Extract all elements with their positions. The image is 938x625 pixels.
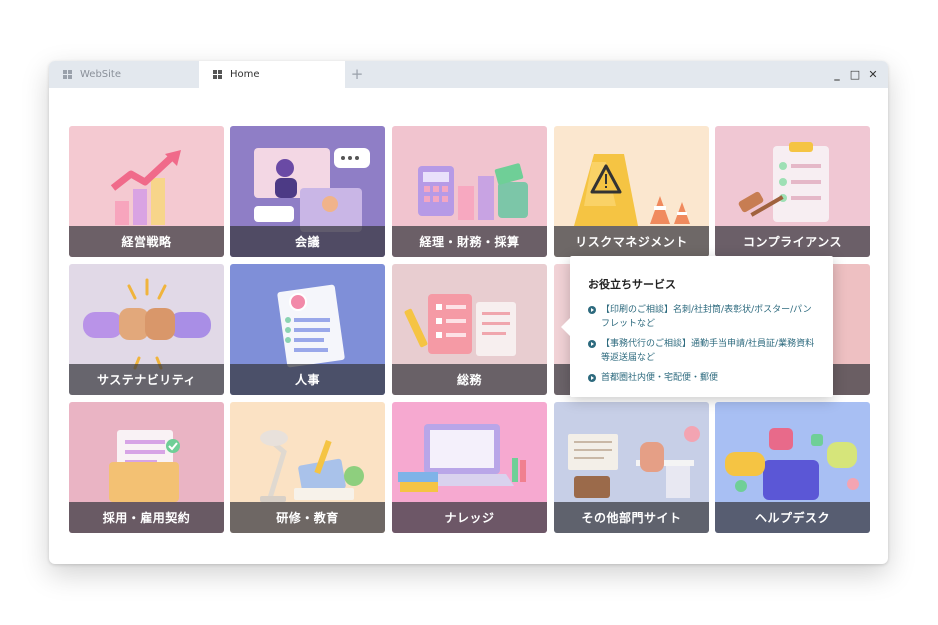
tile-recruitment[interactable]: 採用・雇用契約: [69, 402, 224, 533]
tile-other-departments[interactable]: その他部門サイト: [554, 402, 709, 533]
tile-compliance[interactable]: コンプライアンス: [715, 126, 870, 257]
tab-label: WebSite: [80, 69, 122, 80]
tile-meeting[interactable]: 会議: [230, 126, 385, 257]
tile-label: 会議: [230, 226, 385, 257]
tile-label: 経理・財務・採算: [392, 226, 547, 257]
title-bar: WebSite Home + _ □ ✕: [49, 61, 888, 88]
maximize-icon[interactable]: □: [846, 68, 864, 81]
tile-label: 人事: [230, 364, 385, 395]
popup-item-text: 【事務代行のご相談】通勤手当申請/社員証/業務資料等返送届など: [601, 339, 815, 363]
tile-risk-management[interactable]: リスクマネジメント: [554, 126, 709, 257]
popup-item-text: 首都圏社内便・宅配便・郵便: [601, 373, 719, 383]
tile-sustainability[interactable]: サステナビリティ: [69, 264, 224, 395]
popup-item-mail[interactable]: 首都圏社内便・宅配便・郵便: [588, 371, 815, 385]
close-icon[interactable]: ✕: [864, 68, 882, 81]
tile-label: 経営戦略: [69, 226, 224, 257]
tile-label: リスクマネジメント: [554, 226, 709, 257]
tile-label: ナレッジ: [392, 502, 547, 533]
popup-item-text: 【印刷のご相談】名刺/社封筒/表彰状/ポスター/パンフレットなど: [601, 305, 812, 329]
grid-icon: [213, 70, 222, 79]
window-controls: _ □ ✕: [828, 61, 882, 88]
tile-label: ヘルプデスク: [715, 502, 870, 533]
tile-label: 採用・雇用契約: [69, 502, 224, 533]
tile-label: 研修・教育: [230, 502, 385, 533]
popup-item-admin[interactable]: 【事務代行のご相談】通勤手当申請/社員証/業務資料等返送届など: [588, 337, 815, 365]
grid-icon: [63, 70, 72, 79]
play-icon: [588, 374, 596, 382]
app-window: WebSite Home + _ □ ✕ 経営戦略 会議 経理・財務・採算 リス…: [49, 61, 888, 564]
tab-website[interactable]: WebSite: [49, 61, 199, 88]
minimize-icon[interactable]: _: [828, 68, 846, 81]
tile-management-strategy[interactable]: 経営戦略: [69, 126, 224, 257]
tile-label: 総務: [392, 364, 547, 395]
tab-home[interactable]: Home: [199, 61, 345, 88]
tile-label: サステナビリティ: [69, 364, 224, 395]
tile-accounting-finance[interactable]: 経理・財務・採算: [392, 126, 547, 257]
play-icon: [588, 340, 596, 348]
services-popup: お役立ちサービス 【印刷のご相談】名刺/社封筒/表彰状/ポスター/パンフレットな…: [561, 256, 833, 397]
tile-help-desk[interactable]: ヘルプデスク: [715, 402, 870, 533]
play-icon: [588, 306, 596, 314]
tile-training-education[interactable]: 研修・教育: [230, 402, 385, 533]
popup-title: お役立ちサービス: [588, 278, 676, 291]
new-tab-button[interactable]: +: [349, 65, 365, 83]
tile-label: コンプライアンス: [715, 226, 870, 257]
tile-label: その他部門サイト: [554, 502, 709, 533]
tile-knowledge[interactable]: ナレッジ: [392, 402, 547, 533]
popup-item-printing[interactable]: 【印刷のご相談】名刺/社封筒/表彰状/ポスター/パンフレットなど: [588, 303, 815, 331]
tile-human-resources[interactable]: 人事: [230, 264, 385, 395]
tab-label: Home: [230, 69, 260, 80]
tile-general-affairs[interactable]: 総務: [392, 264, 547, 395]
